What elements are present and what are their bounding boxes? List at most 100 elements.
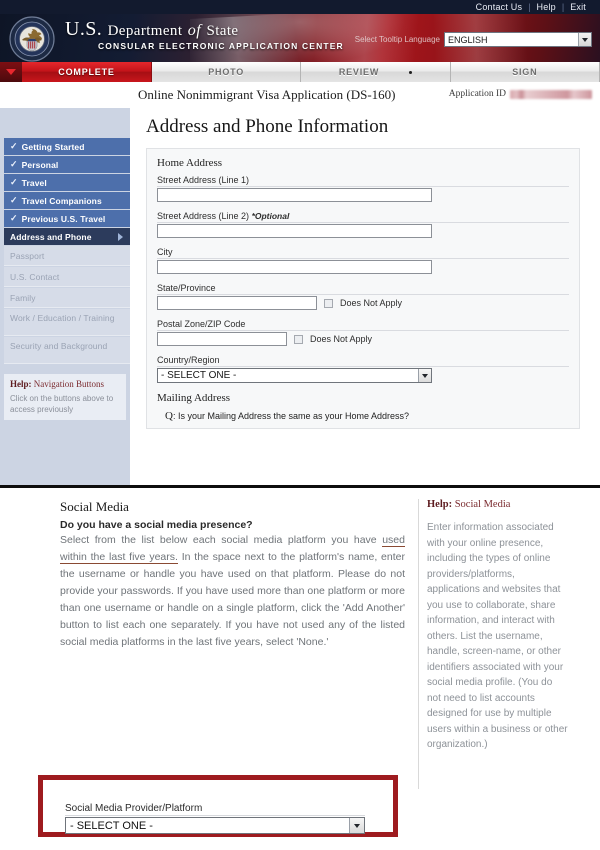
field-state-province: State/Province Does Not Apply — [157, 283, 569, 310]
city-input[interactable] — [157, 260, 432, 274]
sidebar-item-address-and-phone[interactable]: Address and Phone — [4, 228, 130, 245]
sidebar-item-travel-companions[interactable]: ✓ Travel Companions — [4, 192, 130, 209]
postal-zip-input[interactable] — [157, 332, 287, 346]
sidebar-item-us-contact[interactable]: U.S. Contact — [4, 267, 130, 287]
chevron-down-icon[interactable] — [578, 33, 591, 46]
help-link[interactable]: Help — [531, 0, 562, 14]
ds160-screenshot: Contact Us | Help | Exit U.S. Department… — [0, 0, 600, 850]
postal-zip-label: Postal Zone/ZIP Code — [157, 319, 569, 331]
navigation-help-title-rest: Navigation Buttons — [31, 379, 104, 389]
check-icon: ✓ — [10, 159, 18, 169]
document-title: Online Nonimmigrant Visa Application (DS… — [138, 87, 396, 102]
sidebar-item-previous-us-travel[interactable]: ✓ Previous U.S. Travel — [4, 210, 130, 227]
site-banner: U.S. Department of State CONSULAR ELECTR… — [0, 14, 600, 62]
tab-photo[interactable]: PHOTO — [152, 62, 302, 82]
sidebar-item-personal[interactable]: ✓ Personal — [4, 156, 130, 173]
country-region-select[interactable]: - SELECT ONE - — [157, 368, 432, 383]
state-province-row: Does Not Apply — [157, 296, 569, 310]
chevron-down-icon — [6, 69, 16, 75]
navigation-help-text: Click on the buttons above to access pre… — [10, 394, 114, 414]
state-province-input[interactable] — [157, 296, 317, 310]
sidebar-item-label: Previous U.S. Travel — [21, 213, 106, 224]
social-media-paragraph-part2: In the space next to the platform's name… — [60, 551, 405, 648]
country-region-value: - SELECT ONE - — [161, 370, 237, 381]
navigation-help-title: Help: Navigation Buttons — [10, 379, 120, 389]
utility-bar: Contact Us | Help | Exit — [0, 0, 600, 14]
check-icon: ✓ — [10, 195, 18, 205]
contact-us-link[interactable]: Contact Us — [470, 0, 529, 14]
state-does-not-apply-label: Does Not Apply — [340, 298, 403, 308]
sidebar-item-passport[interactable]: Passport — [4, 246, 130, 266]
sidebar-item-work-education-training[interactable]: Work / Education / Training — [4, 309, 130, 336]
postal-does-not-apply-label: Does Not Apply — [310, 334, 373, 344]
social-media-main-column: Social Media Do you have a social media … — [60, 499, 405, 651]
social-media-provider-value: - SELECT ONE - — [70, 819, 153, 832]
sidebar-item-label: Personal — [21, 159, 59, 170]
exit-link[interactable]: Exit — [564, 0, 592, 14]
tab-expand-arrow[interactable] — [0, 62, 22, 82]
sidebar-item-family[interactable]: Family — [4, 288, 130, 308]
street-address-line2-input[interactable] — [157, 224, 432, 238]
social-media-paragraph-part1: Select from the list below each social m… — [60, 534, 383, 546]
title-us: U.S. — [65, 18, 103, 40]
chevron-right-icon — [118, 232, 123, 241]
tooltip-language-label: Select Tooltip Language — [354, 35, 440, 44]
state-province-label: State/Province — [157, 283, 569, 295]
social-media-section: Social Media Do you have a social media … — [0, 491, 600, 850]
sidebar-item-travel[interactable]: ✓ Travel — [4, 174, 130, 191]
mailing-address-question-text: : Is your Mailing Address the same as yo… — [172, 411, 410, 421]
application-id-label: Application ID — [448, 89, 506, 99]
tab-complete[interactable]: COMPLETE — [22, 62, 152, 82]
mailing-address-heading: Mailing Address — [157, 392, 231, 404]
social-media-provider-select[interactable]: - SELECT ONE - — [65, 817, 365, 834]
social-media-help-title: Help: Social Media — [427, 499, 568, 510]
question-marker: Q — [165, 410, 173, 422]
navigation-help-box: Help: Navigation Buttons Click on the bu… — [4, 374, 126, 420]
field-country-region: Country/Region - SELECT ONE - — [157, 355, 569, 383]
optional-marker: *Optional — [251, 211, 290, 221]
social-media-question: Do you have a social media presence? — [60, 519, 253, 531]
social-media-heading: Social Media — [60, 499, 129, 514]
social-media-help-title-bold: Help: — [427, 499, 453, 510]
sidebar-item-getting-started[interactable]: ✓ Getting Started — [4, 138, 130, 155]
postal-does-not-apply-checkbox[interactable] — [294, 334, 303, 344]
state-does-not-apply-checkbox[interactable] — [324, 298, 333, 308]
tooltip-language-select[interactable]: ENGLISH — [444, 32, 592, 47]
tab-review[interactable]: REVIEW — [301, 62, 451, 82]
street-address-line2-label-text: Street Address (Line 2) — [157, 211, 252, 221]
page-title: Address and Phone Information — [146, 116, 389, 137]
field-street-address-line1: Street Address (Line 1) — [157, 175, 569, 202]
social-media-help-title-rest: Social Media — [452, 499, 511, 510]
social-media-paragraph: Select from the list below each social m… — [60, 532, 405, 651]
sidebar-item-label: Address and Phone — [10, 231, 92, 242]
application-id-value-redacted — [510, 89, 592, 99]
chevron-down-icon[interactable] — [418, 369, 431, 382]
sidebar-item-security-and-background[interactable]: Security and Background — [4, 337, 130, 364]
home-address-card: Home Address Street Address (Line 1) Str… — [146, 148, 580, 429]
check-icon: ✓ — [10, 141, 18, 151]
field-street-address-line2: Street Address (Line 2) *Optional — [157, 211, 569, 238]
tab-review-marker-dot — [409, 70, 413, 74]
mailing-address-question: Q: Is your Mailing Address the same as y… — [157, 410, 569, 422]
progress-tabs: COMPLETE PHOTO REVIEW SIGN — [0, 62, 600, 82]
great-seal-icon — [9, 16, 55, 62]
main-form-panel: Address and Phone Information Home Addre… — [138, 108, 590, 485]
department-subtitle: CONSULAR ELECTRONIC APPLICATION CENTER — [98, 41, 344, 51]
application-id: Application ID — [449, 89, 592, 99]
navigation-help-title-bold: Help: — [10, 379, 32, 389]
street-address-line1-input[interactable] — [157, 188, 432, 202]
tooltip-language-control: Select Tooltip Language ENGLISH — [355, 32, 592, 47]
social-media-provider-label: Social Media Provider/Platform — [65, 803, 365, 816]
social-media-provider-highlight: Social Media Provider/Platform - SELECT … — [38, 775, 398, 837]
social-media-provider-field: Social Media Provider/Platform - SELECT … — [43, 780, 393, 834]
navigation-list: ✓ Getting Started ✓ Personal ✓ Travel ✓ … — [0, 108, 130, 364]
sidebar-item-label: Travel — [21, 177, 47, 188]
chevron-down-icon[interactable] — [349, 818, 364, 833]
sidebar-item-label: Travel Companions — [21, 195, 102, 206]
tab-sign[interactable]: SIGN — [450, 62, 600, 82]
social-media-help-column: Help: Social Media Enter information ass… — [418, 499, 568, 789]
check-icon: ✓ — [10, 177, 18, 187]
social-media-help-text: Enter information associated with your o… — [427, 522, 568, 750]
title-department: Department — [107, 23, 183, 39]
country-region-label: Country/Region — [157, 355, 569, 367]
